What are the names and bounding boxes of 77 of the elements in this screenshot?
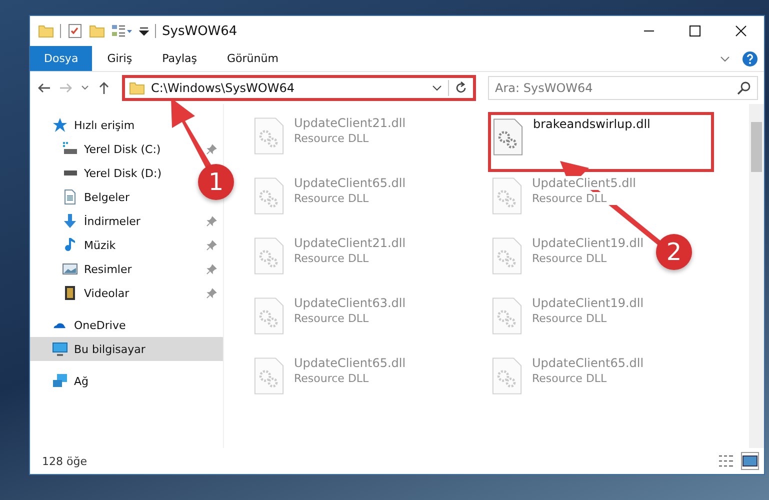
ribbon-tab[interactable]: Giriş (92, 46, 148, 71)
dll-file-icon (492, 296, 522, 336)
ribbon-tab[interactable]: Görünüm (212, 46, 294, 71)
pin-icon[interactable] (206, 240, 217, 250)
sidebar-item[interactable]: Yerel Disk (D:) (30, 161, 168, 185)
file-item[interactable]: UpdateClient63.dll Resource DLL (250, 292, 410, 352)
sidebar-item[interactable]: Resimler (30, 257, 223, 281)
dll-file-icon (254, 356, 284, 396)
file-name: UpdateClient21.dll (294, 236, 406, 250)
cloud-icon (52, 321, 68, 329)
file-name: UpdateClient5.dll (532, 176, 636, 190)
drive-icon (62, 141, 78, 157)
dropdown-icon[interactable] (432, 83, 442, 93)
window-title: SysWOW64 (162, 24, 238, 38)
checklist-icon[interactable] (67, 23, 83, 39)
music-note-icon (62, 237, 78, 253)
sidebar-item[interactable]: İndirmeler (30, 209, 223, 233)
sidebar-item[interactable]: OneDrive (30, 313, 223, 337)
drive-icon (62, 169, 78, 177)
file-name: UpdateClient19.dll (532, 296, 644, 310)
file-item[interactable]: UpdateClient65.dll Resource DLL (250, 172, 410, 232)
dropdown-icon[interactable] (139, 26, 149, 36)
file-name: UpdateClient21.dll (294, 116, 406, 130)
sidebar-item[interactable]: Müzik (30, 233, 223, 257)
star-icon (52, 117, 68, 133)
network-icon (52, 373, 68, 389)
sidebar-item[interactable]: Bu bilgisayar (30, 337, 223, 361)
help-icon[interactable] (742, 50, 758, 66)
file-name: UpdateClient65.dll (294, 176, 406, 190)
file-item[interactable]: UpdateClient19.dll Resource DLL (488, 232, 648, 292)
file-name: UpdateClient65.dll (532, 356, 644, 370)
file-item[interactable]: UpdateClient19.dll Resource DLL (488, 292, 648, 352)
file-name: brakeandswirlup.dll (533, 117, 650, 131)
download-icon (62, 213, 78, 229)
dll-file-icon (254, 116, 284, 156)
item-count: 128 öğe (42, 454, 87, 468)
file-item[interactable]: UpdateClient21.dll Resource DLL (250, 112, 410, 172)
sidebar-item[interactable]: Belgeler (30, 185, 136, 209)
file-name: UpdateClient19.dll (532, 236, 644, 250)
scrollbar[interactable] (749, 104, 764, 448)
dll-file-icon (493, 117, 523, 157)
file-item[interactable]: UpdateClient65.dll Resource DLL (250, 352, 410, 412)
search-field[interactable]: Ara: SysWOW64 (488, 76, 758, 100)
sidebar-item[interactable]: Hızlı erişim (30, 113, 223, 137)
dll-file-icon (492, 356, 522, 396)
file-name: UpdateClient63.dll (294, 296, 406, 310)
picture-icon (62, 261, 78, 277)
sidebar-item[interactable]: Yerel Disk (C:) (30, 137, 223, 161)
pin-icon[interactable] (206, 288, 217, 298)
properties-icon[interactable] (111, 23, 133, 39)
file-item[interactable]: brakeandswirlup.dll (488, 112, 714, 172)
sidebar-item[interactable]: Videolar (30, 281, 223, 305)
computer-icon (52, 341, 68, 357)
dll-file-icon (492, 236, 522, 276)
file-name: UpdateClient65.dll (294, 356, 406, 370)
address-bar[interactable]: C:\Windows\SysWOW64 (122, 75, 476, 101)
pin-icon[interactable] (206, 216, 217, 226)
folder-icon (129, 80, 145, 96)
dll-file-icon (254, 236, 284, 276)
file-item[interactable]: UpdateClient21.dll Resource DLL (250, 232, 410, 292)
dll-file-icon (254, 176, 284, 216)
file-item[interactable]: UpdateClient5.dll Resource DLL (488, 172, 640, 232)
film-icon (62, 285, 78, 301)
ribbon-tab[interactable]: Dosya (30, 46, 92, 71)
sidebar-item[interactable]: Ağ (30, 369, 223, 393)
dll-file-icon (492, 176, 522, 216)
dll-file-icon (254, 296, 284, 336)
search-icon[interactable] (736, 80, 752, 96)
ribbon-tab[interactable]: Paylaş (147, 46, 212, 71)
file-item[interactable]: UpdateClient65.dll Resource DLL (488, 352, 648, 412)
address-path: C:\Windows\SysWOW64 (151, 81, 296, 95)
pin-icon[interactable] (206, 264, 217, 274)
expand-ribbon-icon[interactable] (720, 54, 730, 64)
large-icons-view-icon[interactable] (742, 453, 758, 469)
pin-icon[interactable] (206, 144, 217, 154)
details-view-icon[interactable] (718, 453, 734, 469)
document-icon (62, 189, 78, 205)
